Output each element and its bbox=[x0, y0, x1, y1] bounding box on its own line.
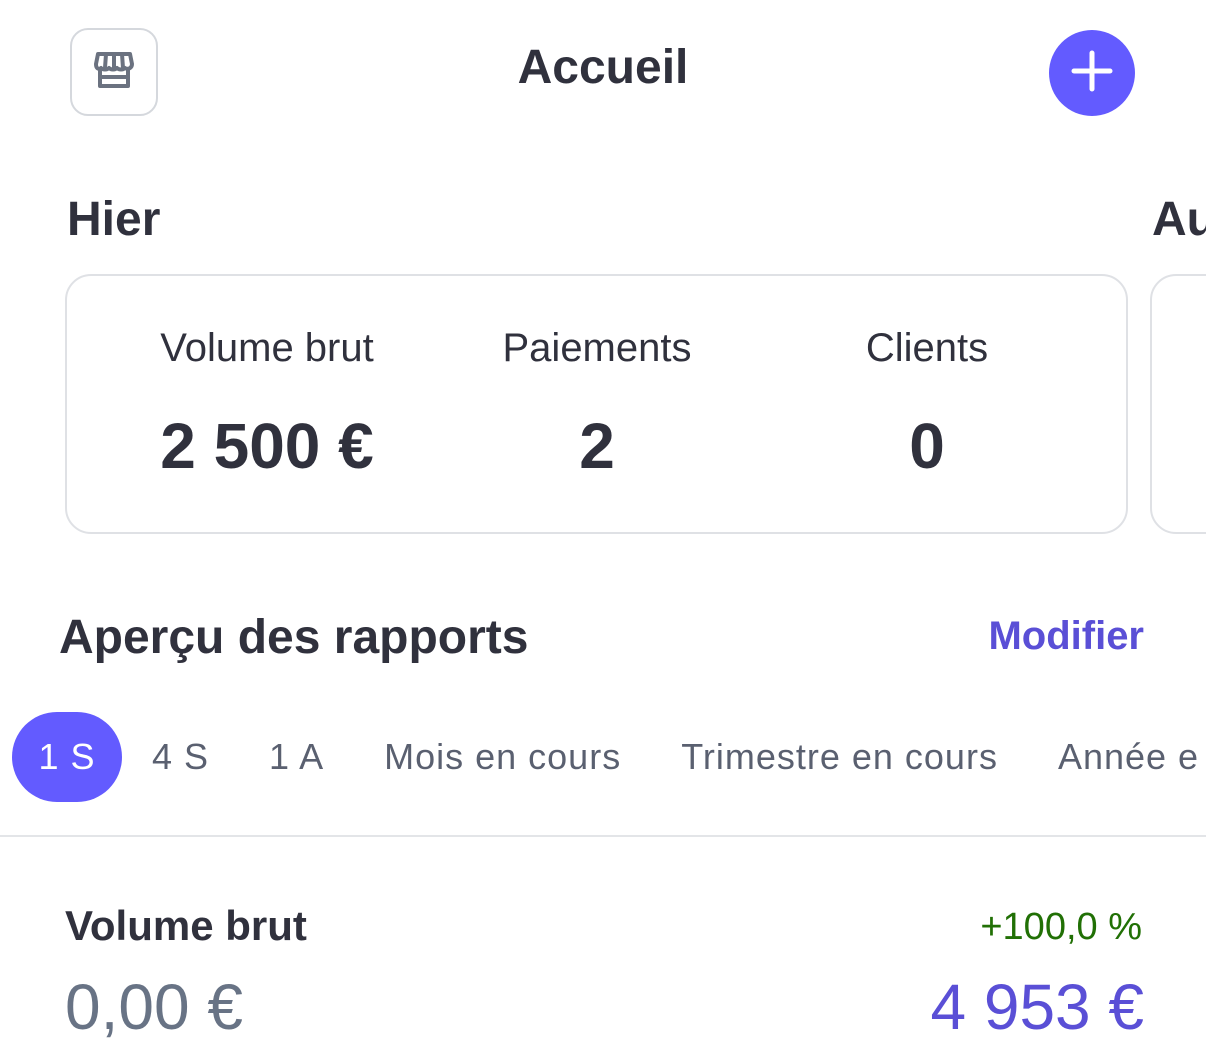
add-button[interactable] bbox=[1049, 30, 1135, 116]
metric-previous-value: 0,00 € bbox=[65, 971, 243, 1043]
tab-year-to-date[interactable]: Année e bbox=[1028, 712, 1206, 802]
yesterday-stats-card[interactable]: Volume brut 2 500 € Paiements 2 Clients … bbox=[65, 274, 1128, 534]
tab-4-weeks[interactable]: 4 S bbox=[122, 712, 239, 802]
divider bbox=[0, 835, 1206, 837]
next-stats-card[interactable] bbox=[1150, 274, 1206, 534]
tab-1-week[interactable]: 1 S bbox=[12, 712, 122, 802]
tab-month-to-date[interactable]: Mois en cours bbox=[354, 712, 651, 802]
stat-customers: Clients 0 bbox=[777, 326, 1077, 483]
yesterday-heading: Hier bbox=[67, 193, 161, 246]
stat-label: Volume brut bbox=[160, 326, 374, 370]
home-screen: Accueil Hier Au Volume brut 2 500 € Paie… bbox=[0, 0, 1206, 1054]
stat-label: Paiements bbox=[502, 326, 692, 370]
tab-quarter-to-date[interactable]: Trimestre en cours bbox=[651, 712, 1028, 802]
plus-icon bbox=[1070, 49, 1114, 98]
metric-title[interactable]: Volume brut bbox=[65, 902, 307, 950]
metric-current-value: 4 953 € bbox=[930, 971, 1144, 1043]
stat-value: 2 500 € bbox=[160, 410, 374, 482]
stat-payments: Paiements 2 bbox=[447, 326, 747, 483]
stat-label: Clients bbox=[865, 326, 989, 370]
metric-change-badge: +100,0 % bbox=[980, 906, 1142, 948]
next-section-heading: Au bbox=[1152, 193, 1206, 246]
stat-gross-volume: Volume brut 2 500 € bbox=[117, 326, 417, 483]
stat-value: 0 bbox=[909, 410, 945, 482]
modify-button[interactable]: Modifier bbox=[988, 614, 1144, 659]
period-tabs: 1 S 4 S 1 A Mois en cours Trimestre en c… bbox=[12, 712, 1206, 802]
tab-1-year[interactable]: 1 A bbox=[239, 712, 354, 802]
stat-value: 2 bbox=[579, 410, 615, 482]
reports-heading: Aperçu des rapports bbox=[59, 611, 529, 664]
page-title: Accueil bbox=[517, 41, 689, 94]
